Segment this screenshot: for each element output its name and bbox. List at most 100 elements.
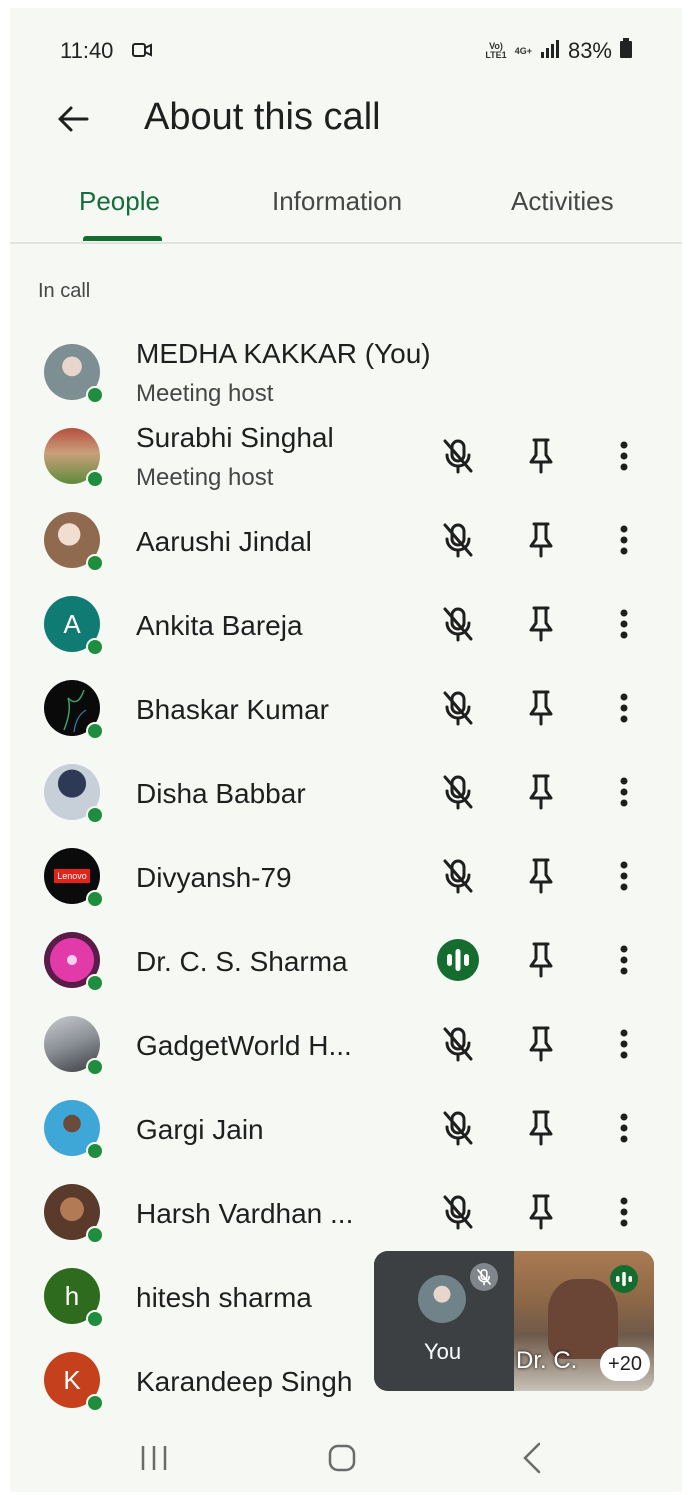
recent-apps-button[interactable]	[124, 1436, 184, 1480]
participant-name: Harsh Vardhan ...	[136, 1198, 354, 1229]
mic-muted-icon[interactable]	[436, 686, 480, 730]
participant-row[interactable]: Bhaskar Kumar	[10, 666, 682, 750]
pin-icon[interactable]	[519, 686, 563, 730]
more-options-icon[interactable]	[602, 518, 646, 562]
battery-icon	[620, 38, 632, 64]
online-status-dot	[86, 386, 104, 404]
pin-icon[interactable]	[519, 770, 563, 814]
online-status-dot	[86, 638, 104, 656]
speaking-indicator-icon	[610, 1265, 638, 1293]
participant-row[interactable]: Lenovo Divyansh-79	[10, 834, 682, 918]
more-options-icon[interactable]	[602, 1190, 646, 1234]
participant-row[interactable]: Aarushi Jindal	[10, 498, 682, 582]
mic-muted-icon[interactable]	[436, 518, 480, 562]
app-screen: 11:40 Vo) LTE1 4G+ 83% About this call P	[10, 8, 682, 1492]
avatar-initial: h	[64, 1280, 80, 1311]
section-label: In call	[38, 280, 91, 302]
participant-name: Gargi Jain	[136, 1114, 264, 1145]
tab-information[interactable]: Information	[272, 186, 402, 217]
pin-icon[interactable]	[519, 1190, 563, 1234]
online-status-dot	[86, 1058, 104, 1076]
tab-activities[interactable]: Activities	[511, 186, 614, 217]
page-title: About this call	[144, 96, 381, 138]
participant-name: Disha Babbar	[136, 778, 306, 809]
self-tile[interactable]: You	[374, 1251, 514, 1391]
network-gen: 4G+	[514, 45, 532, 56]
online-status-dot	[86, 806, 104, 824]
floating-call-preview[interactable]: You Dr. C. +20	[374, 1251, 654, 1391]
active-tab-indicator	[83, 236, 162, 241]
mic-muted-icon[interactable]	[436, 854, 480, 898]
nav-back-button[interactable]	[502, 1436, 562, 1480]
participant-name: Divyansh-79	[136, 862, 292, 893]
participant-row[interactable]: Surabhi Singhal Meeting host	[10, 414, 682, 498]
signal-icon	[540, 38, 560, 64]
participant-name: Karandeep Singh	[136, 1366, 353, 1397]
participant-row[interactable]: MEDHA KAKKAR (You) Meeting host	[10, 330, 682, 414]
mic-muted-icon[interactable]	[436, 602, 480, 646]
participant-name: Ankita Bareja	[136, 610, 303, 641]
mic-muted-icon[interactable]	[436, 434, 480, 478]
mic-muted-icon[interactable]	[436, 1022, 480, 1066]
participant-name: MEDHA KAKKAR (You)	[136, 338, 431, 369]
home-button[interactable]	[312, 1436, 372, 1480]
participant-name: Surabhi Singhal	[136, 422, 334, 453]
participant-role: Meeting host	[136, 380, 274, 407]
mic-muted-icon[interactable]	[436, 1190, 480, 1234]
pin-icon[interactable]	[519, 938, 563, 982]
participant-row[interactable]: Harsh Vardhan ...	[10, 1170, 682, 1254]
participant-row[interactable]: A Ankita Bareja	[10, 582, 682, 666]
online-status-dot	[86, 722, 104, 740]
pin-icon[interactable]	[519, 854, 563, 898]
speaker-tile[interactable]: Dr. C. +20	[514, 1251, 654, 1391]
status-bar: 11:40 Vo) LTE1 4G+ 83%	[10, 32, 682, 72]
more-options-icon[interactable]	[602, 938, 646, 982]
home-icon	[328, 1444, 356, 1472]
participant-name: Aarushi Jindal	[136, 526, 312, 557]
self-avatar	[418, 1275, 466, 1323]
chevron-left-icon	[523, 1442, 541, 1474]
tab-people[interactable]: People	[79, 186, 160, 217]
mic-muted-icon[interactable]	[436, 1106, 480, 1150]
app-header: About this call	[10, 84, 682, 154]
more-options-icon[interactable]	[602, 770, 646, 814]
more-options-icon[interactable]	[602, 686, 646, 730]
speaker-label: Dr. C.	[516, 1347, 578, 1374]
participant-row[interactable]: Gargi Jain	[10, 1086, 682, 1170]
speaking-indicator-icon	[436, 938, 480, 982]
pin-icon[interactable]	[519, 434, 563, 478]
status-indicators: Vo) LTE1 4G+ 83%	[485, 38, 632, 64]
volte-indicator: Vo) LTE1	[485, 42, 506, 60]
avatar-logo-text: Lenovo	[54, 869, 90, 883]
more-options-icon[interactable]	[602, 1022, 646, 1066]
online-status-dot	[86, 1394, 104, 1412]
status-time: 11:40	[60, 38, 114, 63]
participant-row[interactable]: Disha Babbar	[10, 750, 682, 834]
participant-name: Bhaskar Kumar	[136, 694, 329, 725]
back-button[interactable]	[50, 96, 96, 142]
online-status-dot	[86, 1142, 104, 1160]
system-nav-bar	[10, 1424, 682, 1492]
more-options-icon[interactable]	[602, 434, 646, 478]
pin-icon[interactable]	[519, 518, 563, 562]
participant-role: Meeting host	[136, 464, 274, 491]
participant-name: GadgetWorld H...	[136, 1030, 352, 1061]
video-recording-icon	[132, 42, 152, 63]
more-options-icon[interactable]	[602, 1106, 646, 1150]
self-label: You	[424, 1339, 462, 1364]
online-status-dot	[86, 974, 104, 992]
pin-icon[interactable]	[519, 1022, 563, 1066]
mic-muted-icon[interactable]	[436, 770, 480, 814]
pin-icon[interactable]	[519, 602, 563, 646]
more-options-icon[interactable]	[602, 854, 646, 898]
more-participants-badge[interactable]: +20	[600, 1347, 650, 1381]
participant-name: Dr. C. S. Sharma	[136, 946, 348, 977]
online-status-dot	[86, 890, 104, 908]
more-options-icon[interactable]	[602, 602, 646, 646]
battery-level: 83%	[567, 38, 612, 63]
pin-icon[interactable]	[519, 1106, 563, 1150]
participant-row[interactable]: GadgetWorld H...	[10, 1002, 682, 1086]
participant-row[interactable]: Dr. C. S. Sharma	[10, 918, 682, 1002]
mic-muted-icon	[470, 1263, 498, 1291]
lte-text: LTE1	[485, 50, 507, 60]
